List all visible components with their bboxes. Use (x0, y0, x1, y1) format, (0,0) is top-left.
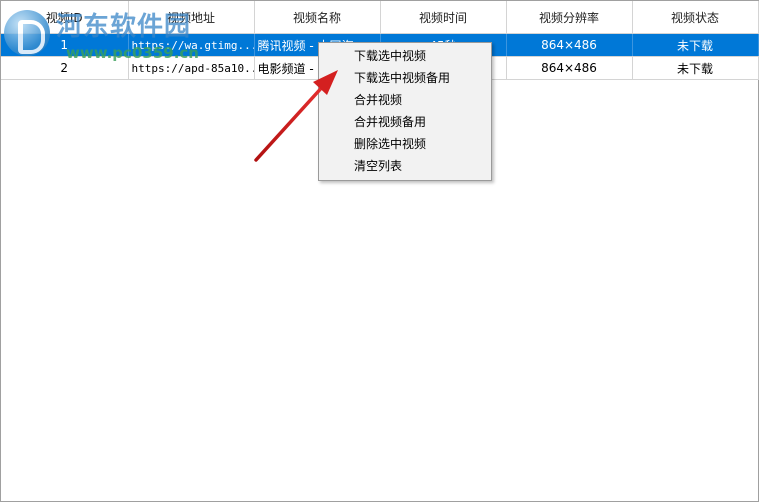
menu-item-download-selected[interactable]: 下载选中视频 (319, 45, 491, 67)
context-menu: 下载选中视频 下载选中视频备用 合并视频 合并视频备用 删除选中视频 清空列表 (318, 42, 492, 181)
cell-video-resolution: 864×486 (506, 56, 633, 80)
column-header-video-name[interactable]: 视频名称 (254, 1, 381, 34)
cell-video-resolution: 864×486 (506, 33, 633, 57)
cell-video-status: 未下载 (632, 33, 759, 57)
menu-item-merge-videos[interactable]: 合并视频 (319, 89, 491, 111)
cell-video-url: https://apd-85a10... (128, 56, 255, 80)
menu-item-clear-list[interactable]: 清空列表 (319, 155, 491, 177)
menu-item-merge-videos-backup[interactable]: 合并视频备用 (319, 111, 491, 133)
cell-video-url: https://wa.gtimg.... (128, 33, 255, 57)
column-header-video-resolution[interactable]: 视频分辨率 (506, 1, 633, 34)
cell-video-id: 2 (1, 56, 129, 80)
column-header-video-status[interactable]: 视频状态 (632, 1, 759, 34)
cell-video-status: 未下载 (632, 56, 759, 80)
table-header: 视频ID 视频地址 视频名称 视频时间 视频分辨率 视频状态 (1, 1, 759, 34)
column-header-video-time[interactable]: 视频时间 (380, 1, 507, 34)
menu-item-download-selected-backup[interactable]: 下载选中视频备用 (319, 67, 491, 89)
column-header-video-url[interactable]: 视频地址 (128, 1, 255, 34)
menu-item-delete-selected[interactable]: 删除选中视频 (319, 133, 491, 155)
column-header-video-id[interactable]: 视频ID (1, 1, 129, 34)
cell-video-id: 1 (1, 33, 129, 57)
